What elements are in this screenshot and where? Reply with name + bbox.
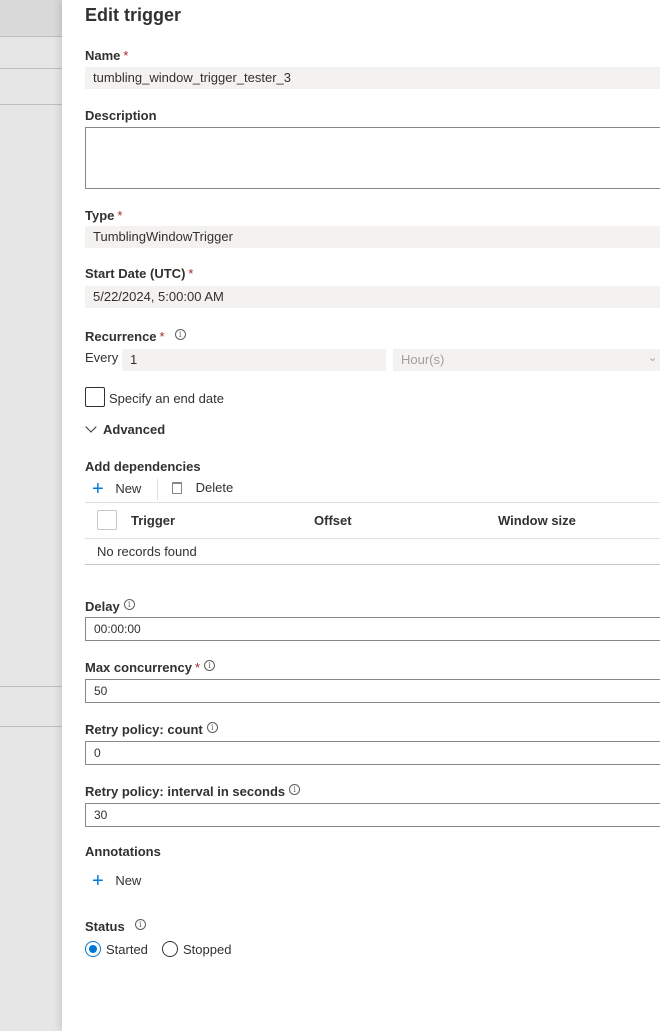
start-date-label: Start Date (UTC) *: [85, 266, 194, 281]
type-label: Type *: [85, 208, 123, 223]
description-textarea[interactable]: [85, 127, 660, 189]
info-icon[interactable]: i: [204, 660, 215, 671]
status-stopped-radio[interactable]: [162, 941, 178, 957]
column-header-offset[interactable]: Offset: [314, 513, 352, 528]
info-icon[interactable]: i: [289, 784, 301, 795]
info-icon[interactable]: i: [206, 722, 218, 733]
status-started-radio[interactable]: [85, 941, 101, 957]
annotation-new-label: New: [115, 873, 142, 888]
table-header-divider: [85, 538, 660, 539]
delay-label: Delay i: [85, 599, 135, 614]
annotation-new-button[interactable]: + New: [92, 870, 142, 892]
dependency-new-label: New: [115, 481, 142, 496]
type-field[interactable]: TumblingWindowTrigger: [85, 226, 660, 248]
chevron-down-icon: [85, 421, 97, 433]
max-concurrency-input[interactable]: 50: [85, 679, 660, 703]
table-top-divider: [85, 502, 660, 503]
dependencies-label: Add dependencies: [85, 459, 201, 474]
trash-icon: [172, 482, 182, 494]
advanced-toggle[interactable]: Advanced: [85, 421, 166, 437]
plus-icon: +: [92, 478, 104, 500]
every-label: Every: [85, 350, 119, 365]
max-concurrency-label: Max concurrency * i: [85, 660, 215, 675]
chevron-down-icon: ⌄: [648, 352, 658, 364]
background-divider: [0, 686, 62, 687]
end-date-label: Specify an end date: [109, 391, 224, 406]
recurrence-unit-select[interactable]: Hour(s): [393, 349, 660, 371]
info-icon[interactable]: i: [174, 329, 186, 340]
column-header-window-size[interactable]: Window size: [498, 513, 576, 528]
end-date-checkbox[interactable]: [85, 387, 105, 407]
annotations-label: Annotations: [85, 844, 161, 859]
retry-interval-label: Retry policy: interval in seconds i: [85, 784, 301, 799]
background-divider: [0, 68, 62, 69]
description-label: Description: [85, 108, 157, 123]
background-divider: [0, 36, 62, 37]
background-overlay: [0, 0, 62, 1031]
recurrence-interval-input[interactable]: 1: [122, 349, 386, 371]
toolbar-divider: [157, 479, 158, 500]
dependency-delete-button[interactable]: Delete: [172, 480, 234, 497]
status-label: Status i: [85, 919, 146, 934]
retry-count-input[interactable]: 0: [85, 741, 660, 765]
retry-count-label: Retry policy: count i: [85, 722, 218, 737]
start-date-field[interactable]: 5/22/2024, 5:00:00 AM: [85, 286, 660, 308]
name-label: Name *: [85, 48, 129, 63]
advanced-label: Advanced: [103, 422, 166, 437]
name-field[interactable]: tumbling_window_trigger_tester_3: [85, 67, 660, 89]
recurrence-label: Recurrence * i: [85, 329, 186, 344]
background-divider: [0, 104, 62, 105]
background-header: [0, 0, 62, 36]
panel-title: Edit trigger: [85, 5, 182, 25]
status-started-label: Started: [106, 942, 148, 957]
retry-interval-input[interactable]: 30: [85, 803, 660, 827]
select-all-checkbox[interactable]: [97, 510, 117, 530]
info-icon[interactable]: i: [134, 919, 146, 930]
empty-table-message: No records found: [97, 544, 197, 559]
status-stopped-label: Stopped: [183, 942, 232, 957]
plus-icon: +: [92, 870, 104, 892]
dependency-new-button[interactable]: + New: [92, 478, 142, 500]
table-bottom-divider: [85, 564, 660, 565]
dependency-delete-label: Delete: [195, 480, 234, 495]
delay-input[interactable]: 00:00:00: [85, 617, 660, 641]
info-icon[interactable]: i: [123, 599, 135, 610]
recurrence-unit-value: Hour(s): [401, 352, 445, 367]
background-divider: [0, 726, 62, 727]
column-header-trigger[interactable]: Trigger: [131, 513, 175, 528]
